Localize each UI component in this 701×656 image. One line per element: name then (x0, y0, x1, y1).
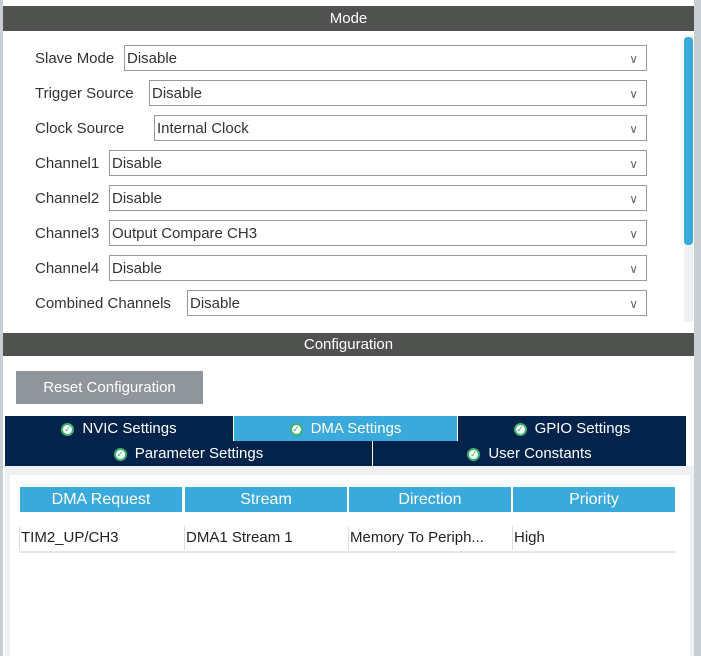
table-cell: High (512, 526, 674, 550)
mode-field-label: Trigger Source (35, 84, 134, 102)
column-header[interactable]: DMA Request (20, 487, 182, 512)
tab-label: GPIO Settings (534, 420, 631, 437)
mode-field-select[interactable]: Output Compare CH3 ∨ (109, 220, 647, 246)
mode-field-select[interactable]: Disable ∨ (149, 80, 647, 106)
mode-field-select[interactable]: Internal Clock ∨ (154, 115, 647, 141)
configuration-header: Configuration (3, 333, 694, 356)
mode-field-select[interactable]: Disable ∨ (109, 255, 647, 281)
chevron-down-icon: ∨ (629, 87, 638, 101)
scrollbar-thumb[interactable] (684, 37, 693, 245)
chevron-down-icon: ∨ (629, 122, 638, 136)
chevron-down-icon: ∨ (629, 262, 638, 276)
mode-field-label: Channel1 (35, 154, 100, 172)
tab-label: NVIC Settings (82, 420, 177, 437)
select-value: Disable (112, 260, 163, 277)
tab-parameter-settings[interactable]: ✓ Parameter Settings (5, 441, 373, 466)
tab-user-constants[interactable]: ✓ User Constants (373, 441, 687, 466)
select-value: Output Compare CH3 (112, 225, 258, 242)
chevron-down-icon: ∨ (629, 227, 638, 241)
chevron-down-icon: ∨ (629, 297, 638, 311)
tab-label: Parameter Settings (134, 445, 264, 462)
chevron-down-icon: ∨ (629, 192, 638, 206)
mode-header: Mode (3, 6, 694, 31)
select-value: Disable (127, 50, 178, 67)
table-cell: Memory To Periph... (348, 526, 510, 550)
mode-field-select[interactable]: Disable ∨ (124, 45, 647, 71)
select-value: Internal Clock (157, 120, 249, 137)
mode-field-label: Channel4 (35, 259, 100, 277)
check-icon: ✓ (113, 447, 127, 461)
check-icon: ✓ (513, 422, 527, 436)
mode-field-select[interactable]: Disable ∨ (187, 290, 647, 316)
tab-label: User Constants (488, 445, 592, 462)
tab-gpio-settings[interactable]: ✓ GPIO Settings (458, 416, 687, 441)
mode-field-label: Clock Source (35, 119, 125, 137)
select-value: Disable (112, 190, 163, 207)
mode-field-select[interactable]: Disable ∨ (109, 185, 647, 211)
mode-field-label: Slave Mode (35, 49, 115, 67)
chevron-down-icon: ∨ (629, 52, 638, 66)
tab-nvic-settings[interactable]: ✓ NVIC Settings (5, 416, 234, 441)
select-value: Disable (152, 85, 203, 102)
select-value: Disable (112, 155, 163, 172)
table-cell: DMA1 Stream 1 (184, 526, 346, 550)
check-icon: ✓ (289, 422, 303, 436)
mode-field-label: Combined Channels (35, 294, 171, 312)
chevron-down-icon: ∨ (629, 157, 638, 171)
check-icon: ✓ (467, 447, 481, 461)
check-icon: ✓ (61, 422, 75, 436)
tab-dma-settings[interactable]: ✓ DMA Settings (234, 416, 458, 441)
mode-field-select[interactable]: Disable ∨ (109, 150, 647, 176)
column-header[interactable]: Stream (185, 487, 347, 512)
reset-configuration-button[interactable]: Reset Configuration (16, 371, 203, 404)
column-header[interactable]: Priority (513, 487, 675, 512)
column-header[interactable]: Direction (349, 487, 511, 512)
table-cell: TIM2_UP/CH3 (19, 526, 181, 550)
mode-field-label: Channel2 (35, 189, 100, 207)
tab-label: DMA Settings (310, 420, 402, 437)
mode-field-label: Channel3 (35, 224, 100, 242)
select-value: Disable (190, 295, 241, 312)
